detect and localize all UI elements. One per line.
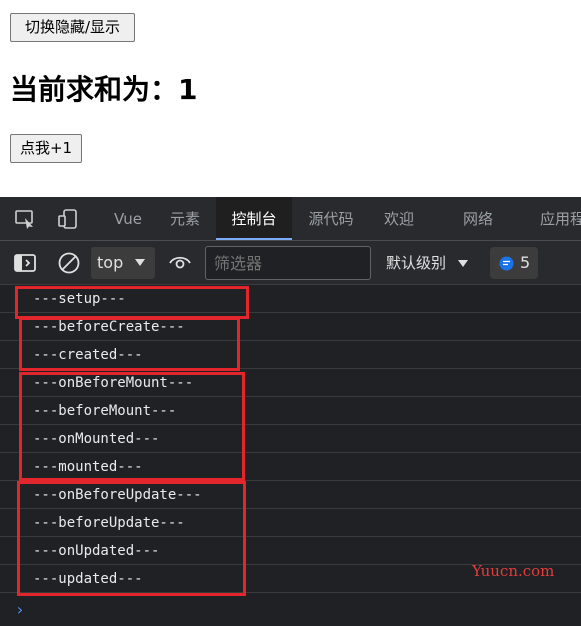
log-entry-on-before-update: ---onBeforeUpdate--- [0,481,581,509]
sidebar-toggle-icon[interactable] [13,251,37,275]
log-entry-setup: ---setup--- [0,285,581,313]
tab-welcome[interactable]: 欢迎 [374,197,424,240]
inspect-element-icon[interactable] [13,207,37,231]
log-entry-mounted: ---mounted--- [0,453,581,481]
devtools-panel: Vue 元素 控制台 源代码 欢迎 网络 应用程 top 默认级别 [0,197,581,626]
filter-input[interactable] [205,246,371,280]
clear-console-icon[interactable] [57,251,81,275]
devtools-tabbar: Vue 元素 控制台 源代码 欢迎 网络 应用程 [0,197,581,241]
tab-vue[interactable]: Vue [105,197,151,240]
context-selector[interactable]: top [91,247,155,279]
log-entry-before-create: ---beforeCreate--- [0,313,581,341]
tab-network[interactable]: 网络 [453,197,503,240]
app-page: 切换隐藏/显示 当前求和为：1 点我+1 [0,0,581,197]
chevron-down-icon [457,242,469,286]
log-level-dropdown[interactable]: 默认级别 [386,241,469,285]
tab-elements[interactable]: 元素 [160,197,210,240]
live-expression-eye-icon[interactable] [168,251,192,275]
watermark: Yuucn.com [472,562,555,580]
message-count-badge[interactable]: 5 [490,247,538,279]
log-entry-on-mounted: ---onMounted--- [0,425,581,453]
log-entry-before-update: ---beforeUpdate--- [0,509,581,537]
log-entry-on-before-mount: ---onBeforeMount--- [0,369,581,397]
log-entry-before-mount: ---beforeMount--- [0,397,581,425]
toggle-visibility-button[interactable]: 切换隐藏/显示 [10,13,135,42]
console-toolbar: top 默认级别 5 [0,241,581,285]
message-count: 5 [520,253,531,272]
tab-sources[interactable]: 源代码 [298,197,364,240]
console-prompt[interactable]: › [15,600,25,619]
log-level-label: 默认级别 [386,254,447,272]
tab-console[interactable]: 控制台 [216,197,292,240]
message-bubble-icon [499,256,514,275]
chevron-down-icon [134,247,146,290]
tab-application[interactable]: 应用程 [532,197,581,240]
console-log-list: ---setup--- ---beforeCreate--- ---create… [0,285,581,593]
sum-heading: 当前求和为：1 [10,73,198,106]
context-label: top [97,253,124,272]
log-entry-on-updated: ---onUpdated--- [0,537,581,565]
log-entry-created: ---created--- [0,341,581,369]
device-toolbar-icon[interactable] [56,207,80,231]
increment-button[interactable]: 点我+1 [10,134,82,163]
